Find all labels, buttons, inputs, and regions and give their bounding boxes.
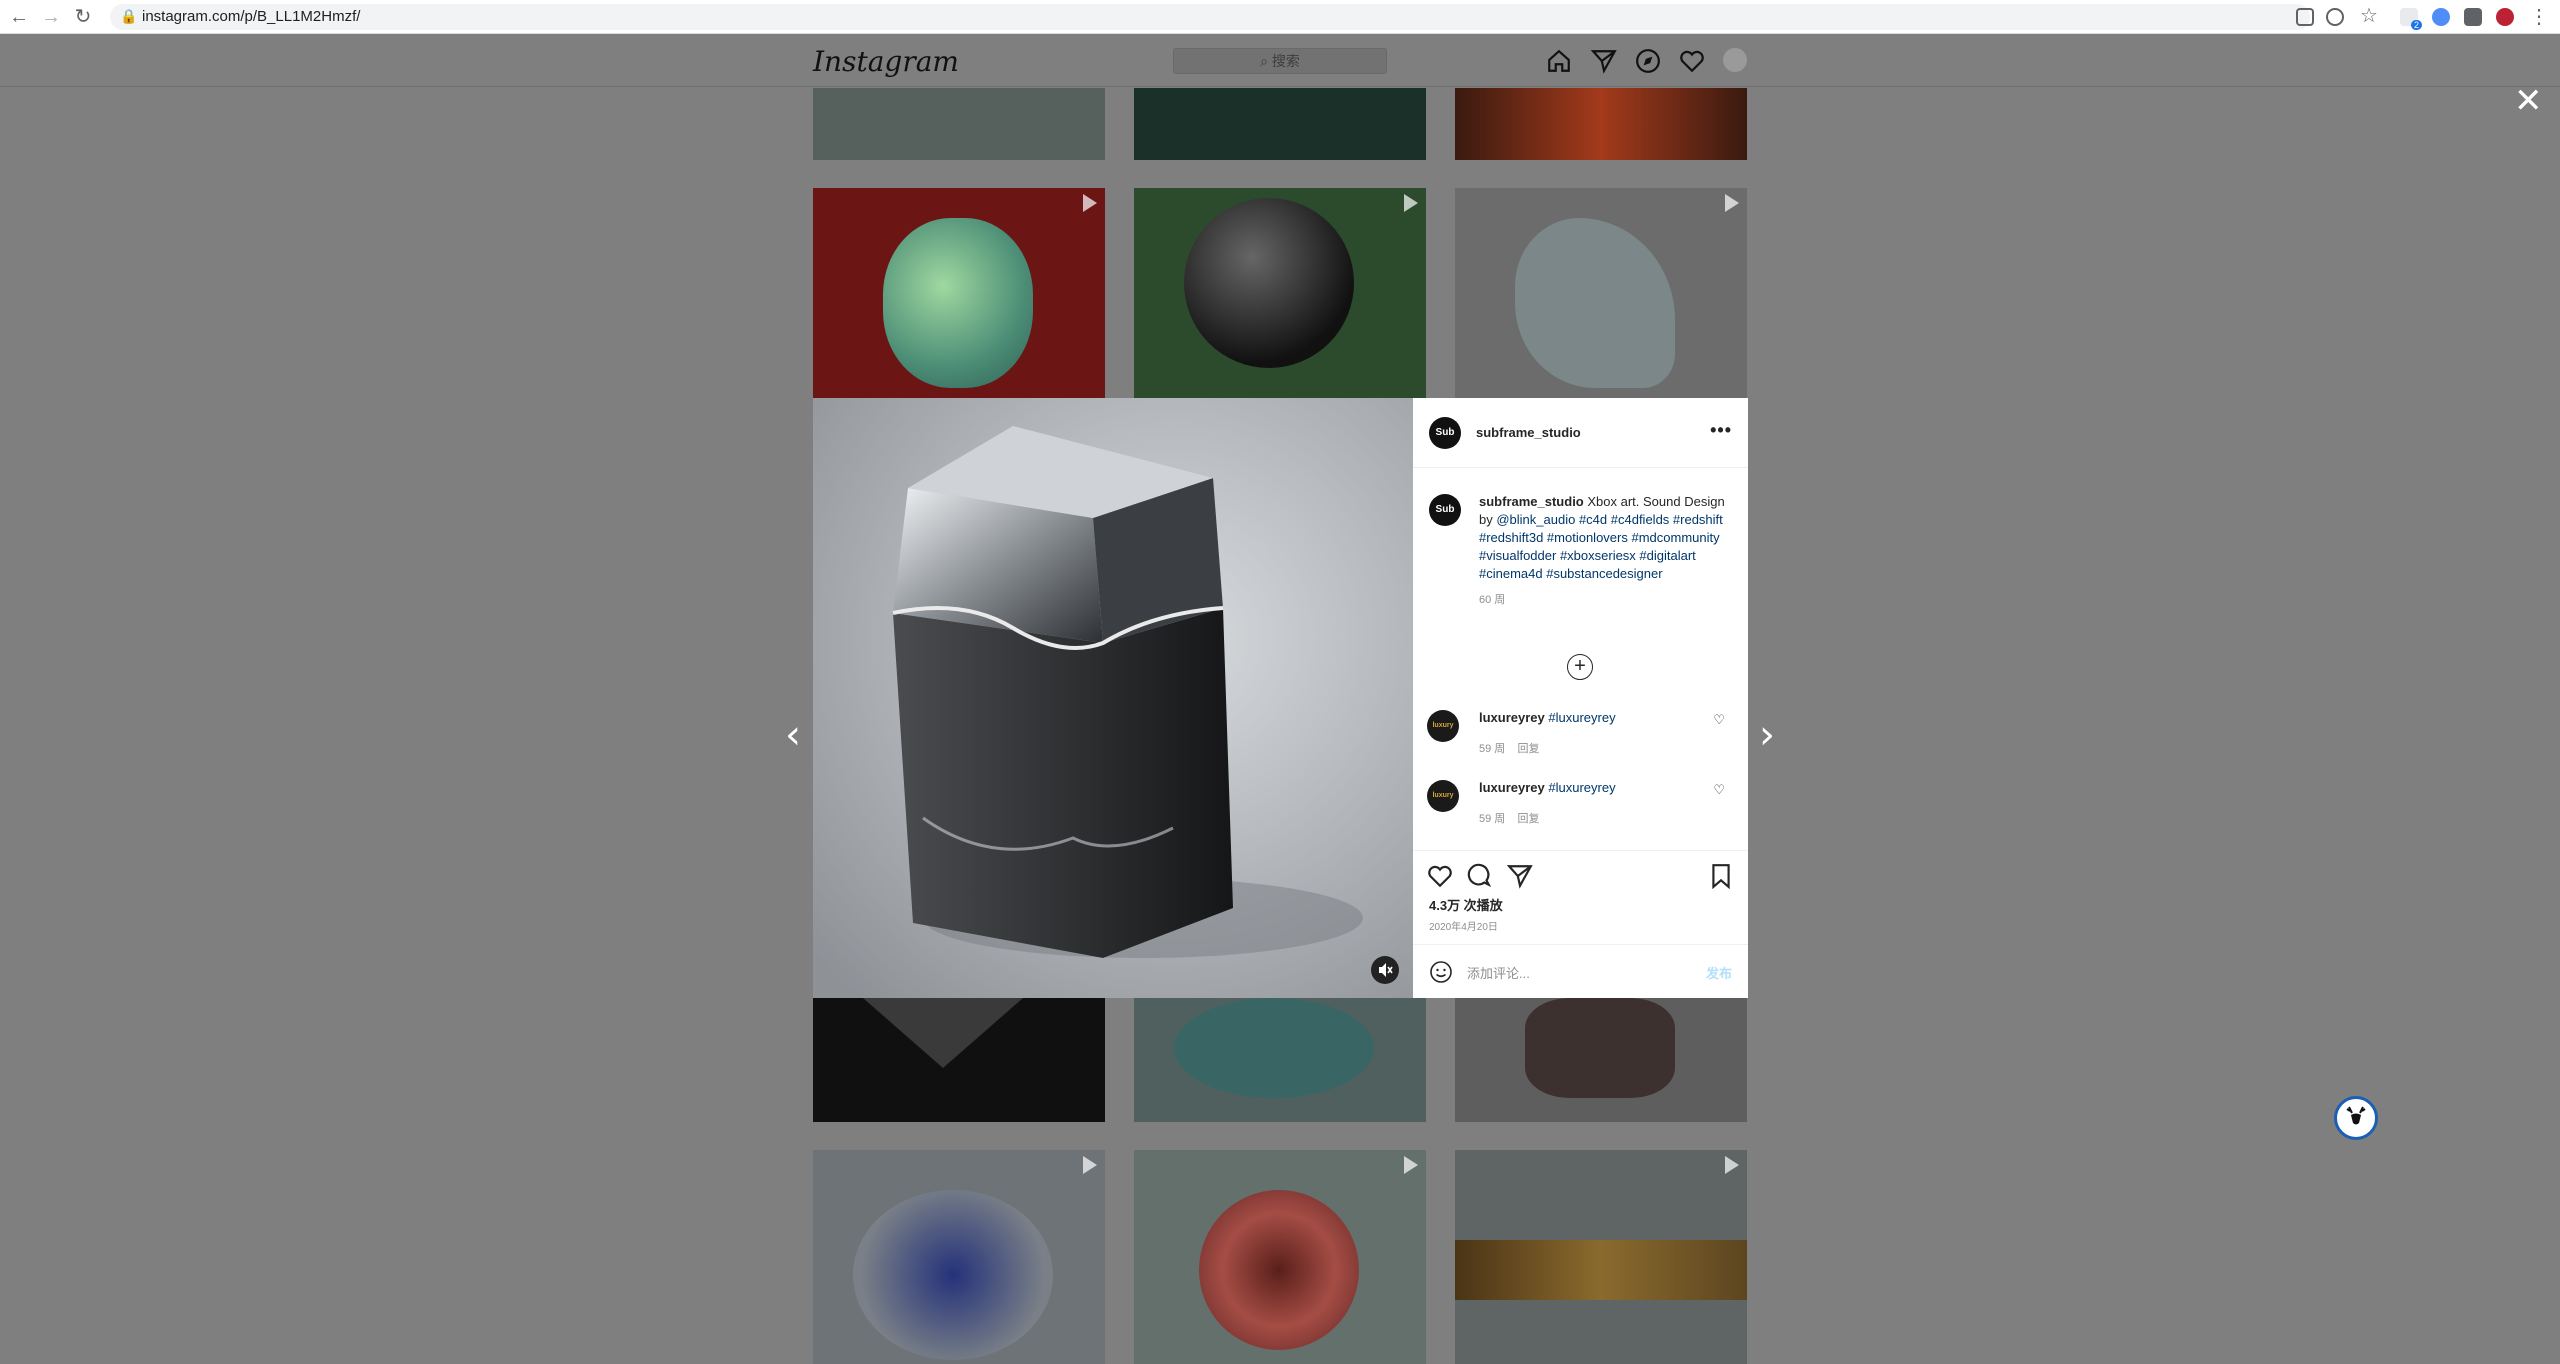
next-arrow-icon[interactable]: › [1755, 715, 1779, 755]
globe-extension-icon[interactable] [2432, 8, 2450, 26]
translate-icon[interactable] [2296, 8, 2314, 26]
heart-icon[interactable] [1679, 48, 1705, 74]
caption-username[interactable]: subframe_studio [1479, 494, 1584, 509]
grid-tile[interactable] [1455, 1150, 1747, 1364]
puzzle-icon[interactable] [2464, 8, 2482, 26]
actions-divider [1413, 850, 1748, 851]
grid-tile[interactable] [813, 88, 1105, 160]
comment-meta: 59 周 回复 [1479, 810, 1540, 826]
comment-like-icon[interactable]: ♡ [1713, 712, 1725, 728]
browser-toolbar: ← → ↻ 🔒 instagram.com/p/B_LL1M2Hmzf/ ☆ 2… [0, 0, 2560, 34]
share-icon[interactable] [1507, 863, 1533, 889]
grid-tile[interactable] [1455, 188, 1747, 398]
comment-age: 59 周 [1479, 743, 1506, 755]
view-count[interactable]: 4.3万 次播放 [1429, 895, 1503, 914]
add-comment-row: 添加评论... 发布 [1413, 944, 1748, 998]
grid-tile[interactable] [1455, 998, 1747, 1122]
grid-tile[interactable] [1134, 998, 1426, 1122]
author-avatar[interactable]: Sub [1429, 417, 1461, 449]
post-header: Sub subframe_studio ••• [1413, 398, 1748, 468]
post-date: 2020年4月20日 [1429, 922, 1498, 933]
comment-icon[interactable] [1467, 863, 1493, 889]
deer-logo-icon [2346, 1106, 2366, 1125]
caption-age: 60 周 [1479, 594, 1506, 606]
commenter-avatar[interactable]: luxury [1427, 710, 1459, 742]
close-icon[interactable]: ✕ [2514, 84, 2543, 118]
comment-like-icon[interactable]: ♡ [1713, 782, 1725, 798]
comment-item: luxury luxureyrey #luxureyrey 59 周 回复 ♡ [1427, 710, 1737, 760]
grid-tile[interactable] [813, 188, 1105, 398]
home-icon[interactable] [1546, 48, 1572, 74]
back-icon[interactable]: ← [8, 6, 30, 28]
video-play-icon [1725, 194, 1739, 212]
extension-badge: 2 [2410, 20, 2422, 30]
video-play-icon [1404, 1156, 1418, 1174]
video-play-icon [1725, 1156, 1739, 1174]
post-caption: subframe_studio Xbox art. Sound Design b… [1479, 493, 1729, 609]
post-details-panel: Sub subframe_studio ••• Sub subframe_stu… [1413, 398, 1748, 998]
url-text: instagram.com/p/B_LL1M2Hmzf/ [142, 8, 361, 25]
more-options-icon[interactable]: ••• [1710, 420, 1732, 441]
grid-tile[interactable] [813, 998, 1105, 1122]
eye-off-icon[interactable] [2326, 8, 2344, 26]
grid-tile[interactable] [1134, 188, 1426, 398]
lock-icon: 🔒 [120, 8, 138, 24]
star-icon[interactable]: ☆ [2358, 5, 2380, 27]
extension-icon[interactable]: 2 [2400, 8, 2422, 30]
save-icon[interactable] [1708, 863, 1734, 889]
comment-hashtag[interactable]: #luxureyrey [1548, 780, 1615, 795]
grid-tile[interactable] [813, 1150, 1105, 1364]
post-video[interactable] [813, 398, 1413, 998]
caption-mention[interactable]: @blink_audio [1496, 512, 1575, 527]
search-input[interactable]: ⌕ 搜索 [1173, 48, 1387, 74]
direct-icon[interactable] [1591, 48, 1617, 74]
comment-hashtag[interactable]: #luxureyrey [1548, 710, 1615, 725]
commenter-avatar[interactable]: luxury [1427, 780, 1459, 812]
post-comment-button[interactable]: 发布 [1706, 963, 1732, 982]
grid-tile[interactable] [1134, 88, 1426, 160]
mute-icon[interactable] [1371, 956, 1399, 984]
video-play-icon [1083, 194, 1097, 212]
previous-arrow-icon[interactable]: ‹ [781, 715, 805, 755]
instagram-logo[interactable]: Instagram [813, 45, 959, 78]
comment-age: 59 周 [1479, 813, 1506, 825]
forward-icon[interactable]: → [40, 6, 62, 28]
address-bar[interactable]: 🔒 instagram.com/p/B_LL1M2Hmzf/ [110, 4, 2310, 30]
reload-icon[interactable]: ↻ [72, 6, 94, 28]
search-icon: ⌕ [1260, 53, 1272, 69]
commenter-username[interactable]: luxureyrey [1479, 710, 1545, 725]
video-play-icon [1404, 194, 1418, 212]
grid-tile[interactable] [1455, 88, 1747, 160]
profile-avatar[interactable] [2496, 8, 2514, 26]
ice-cube-render [813, 398, 1413, 998]
comment-text: luxureyrey #luxureyrey [1479, 780, 1616, 795]
search-placeholder: 搜索 [1271, 53, 1300, 69]
menu-icon[interactable]: ⋮ [2528, 6, 2550, 28]
grid-tile[interactable] [1134, 1150, 1426, 1364]
caption-avatar[interactable]: Sub [1429, 494, 1461, 526]
commenter-username[interactable]: luxureyrey [1479, 780, 1545, 795]
floating-assistant-button[interactable] [2334, 1096, 2378, 1140]
explore-icon[interactable] [1635, 48, 1661, 74]
load-more-comments-icon[interactable]: + [1567, 654, 1593, 680]
reply-button[interactable]: 回复 [1518, 813, 1540, 825]
like-icon[interactable] [1427, 863, 1453, 889]
profile-avatar-icon[interactable] [1723, 48, 1747, 72]
emoji-icon[interactable] [1429, 960, 1453, 984]
comment-input[interactable]: 添加评论... [1467, 963, 1530, 982]
comment-item: luxury luxureyrey #luxureyrey 59 周 回复 ♡ [1427, 780, 1737, 830]
ig-header: Instagram ⌕ 搜索 [0, 35, 2560, 87]
author-username[interactable]: subframe_studio [1476, 425, 1581, 440]
video-play-icon [1083, 1156, 1097, 1174]
reply-button[interactable]: 回复 [1518, 743, 1540, 755]
comment-meta: 59 周 回复 [1479, 740, 1540, 756]
comment-text: luxureyrey #luxureyrey [1479, 710, 1616, 725]
